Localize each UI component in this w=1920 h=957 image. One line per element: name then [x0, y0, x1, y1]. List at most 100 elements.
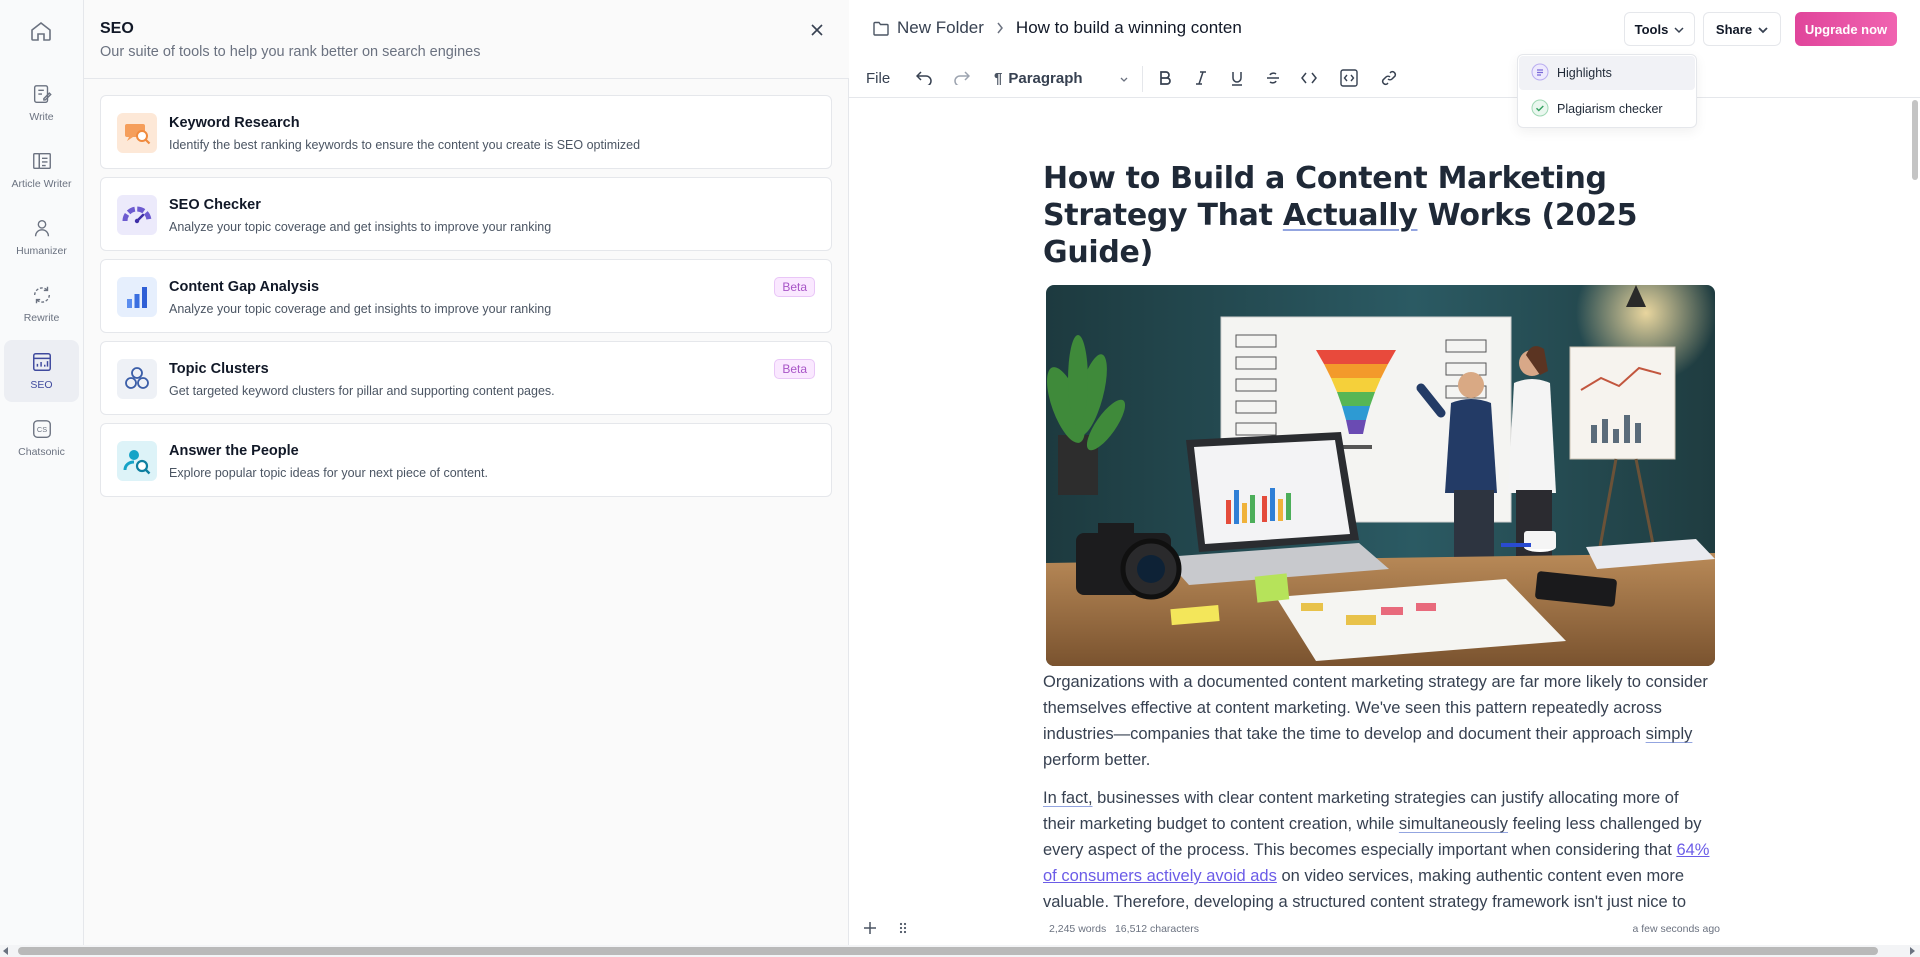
tools-label: Tools [1634, 21, 1669, 37]
tool-card-keyword-research[interactable]: Keyword Research Identify the best ranki… [100, 95, 832, 169]
editor-header: New Folder How to build a winning conten… [849, 0, 1920, 58]
card-title: Content Gap Analysis [169, 279, 320, 295]
article-writer-icon [30, 149, 54, 173]
panel-header: SEO Our suite of tools to help you rank … [84, 0, 849, 79]
rail-item-label: SEO [30, 379, 53, 391]
flagged-word[interactable]: simultaneously [1399, 815, 1508, 833]
share-button[interactable]: Share [1703, 12, 1781, 46]
vertical-scrollbar[interactable] [1910, 98, 1920, 912]
link-icon[interactable] [1378, 66, 1400, 90]
tools-button[interactable]: Tools [1624, 12, 1695, 46]
card-description: Analyze your topic coverage and get insi… [169, 220, 552, 234]
file-menu[interactable]: File [866, 66, 890, 90]
rail-item-seo[interactable]: SEO [4, 340, 79, 402]
block-style-value: Paragraph [1008, 69, 1083, 87]
document-body[interactable]: How to Build a Content Marketing Strateg… [1043, 160, 1715, 941]
scroll-right-icon[interactable] [1908, 947, 1916, 955]
tool-card-topic-clusters[interactable]: Topic Clusters Get targeted keyword clus… [100, 341, 832, 415]
paragraph-text: Organizations with a documented content … [1043, 673, 1708, 743]
card-title: SEO Checker [169, 197, 261, 213]
editor-footer: 2,245 words 16,512 characters a few seco… [849, 912, 1910, 945]
drag-handle-icon[interactable] [897, 919, 909, 937]
rail-item-article-writer[interactable]: Article Writer [4, 139, 79, 201]
word-count: 2,245 words [1049, 923, 1107, 935]
save-status: a few seconds ago [1632, 923, 1720, 935]
document-heading[interactable]: How to Build a Content Marketing Strateg… [1043, 160, 1713, 271]
share-label: Share [1715, 21, 1753, 37]
bold-icon[interactable] [1155, 66, 1175, 90]
document-stats: 2,245 words 16,512 characters [1049, 923, 1199, 935]
redo-icon[interactable] [952, 66, 972, 90]
italic-icon[interactable] [1191, 66, 1211, 90]
highlights-icon [1531, 63, 1549, 84]
rail-item-label: Article Writer [11, 178, 72, 190]
seo-checker-icon [117, 195, 157, 235]
horizontal-scrollbar[interactable] [0, 945, 1920, 957]
panel-subtitle: Our suite of tools to help you rank bett… [100, 44, 481, 60]
home-icon[interactable] [26, 16, 56, 46]
flagged-word[interactable]: simply [1646, 725, 1693, 743]
topic-clusters-icon [117, 359, 157, 399]
card-title: Answer the People [169, 443, 299, 459]
card-description: Explore popular topic ideas for your nex… [169, 466, 488, 480]
left-rail: Write Article Writer Humanizer Rewrite S… [0, 0, 84, 945]
code-block-icon[interactable] [1338, 66, 1360, 90]
rail-item-humanizer[interactable]: Humanizer [4, 206, 79, 268]
menu-item-highlights[interactable]: Highlights [1519, 56, 1695, 90]
pilcrow-icon: ¶ [994, 69, 1003, 87]
seo-icon [30, 350, 54, 374]
heading-flagged-word[interactable]: Actually [1283, 198, 1418, 233]
toolbar-divider [1142, 66, 1143, 92]
rail-item-chatsonic[interactable]: CS Chatsonic [4, 407, 79, 469]
breadcrumb-folder[interactable]: New Folder [897, 18, 984, 38]
seo-panel: SEO Our suite of tools to help you rank … [84, 0, 849, 945]
humanizer-icon [30, 216, 54, 240]
folder-icon [873, 21, 889, 36]
keyword-research-icon [117, 113, 157, 153]
rail-item-write[interactable]: Write [4, 72, 79, 134]
underline-icon[interactable] [1227, 66, 1247, 90]
inline-code-icon[interactable] [1299, 66, 1319, 90]
character-count: 16,512 characters [1114, 923, 1200, 935]
add-block-icon[interactable] [861, 919, 879, 937]
close-icon[interactable] [807, 20, 827, 40]
rail-item-label: Chatsonic [18, 446, 65, 458]
card-description: Get targeted keyword clusters for pillar… [169, 384, 555, 398]
strikethrough-icon[interactable] [1263, 66, 1283, 90]
scroll-thumb[interactable] [18, 947, 1878, 955]
chatsonic-glyph: CS [36, 425, 46, 434]
card-title: Keyword Research [169, 115, 300, 131]
flagged-phrase[interactable]: In fact, [1043, 789, 1093, 807]
chevron-down-icon [1120, 70, 1128, 87]
tool-card-seo-checker[interactable]: SEO Checker Analyze your topic coverage … [100, 177, 832, 251]
document-title[interactable]: How to build a winning content [1016, 18, 1242, 38]
tool-card-answer-the-people[interactable]: Answer the People Explore popular topic … [100, 423, 832, 497]
scroll-left-icon[interactable] [2, 947, 10, 955]
rail-item-label: Rewrite [23, 312, 60, 324]
scroll-thumb[interactable] [1912, 100, 1918, 180]
editor-toolbar: File ¶ Paragraph [849, 58, 1920, 98]
chevron-right-icon [996, 22, 1004, 34]
block-style-select[interactable]: ¶ Paragraph [994, 66, 1128, 90]
chatsonic-icon: CS [30, 417, 54, 441]
paragraph[interactable]: Organizations with a documented content … [1043, 669, 1713, 773]
tool-card-content-gap-analysis[interactable]: Content Gap Analysis Analyze your topic … [100, 259, 832, 333]
menu-item-label: Plagiarism checker [1557, 102, 1663, 116]
tools-menu: Highlights Plagiarism checker [1517, 54, 1697, 128]
upgrade-button[interactable]: Upgrade now [1795, 12, 1897, 46]
menu-item-plagiarism-checker[interactable]: Plagiarism checker [1519, 92, 1695, 126]
answer-the-people-icon [117, 441, 157, 481]
chevron-down-icon [1758, 22, 1768, 37]
breadcrumb: New Folder How to build a winning conten… [873, 18, 1242, 38]
card-description: Identify the best ranking keywords to en… [169, 138, 641, 152]
card-description: Analyze your topic coverage and get insi… [169, 302, 552, 316]
paragraph-text: perform better. [1043, 751, 1151, 769]
write-icon [30, 82, 54, 106]
beta-badge: Beta [774, 277, 815, 297]
rail-item-rewrite[interactable]: Rewrite [4, 273, 79, 335]
chevron-down-icon [1674, 22, 1684, 37]
beta-badge: Beta [774, 359, 815, 379]
hero-image [1046, 285, 1715, 666]
menu-item-label: Highlights [1557, 66, 1612, 80]
undo-icon[interactable] [914, 66, 934, 90]
